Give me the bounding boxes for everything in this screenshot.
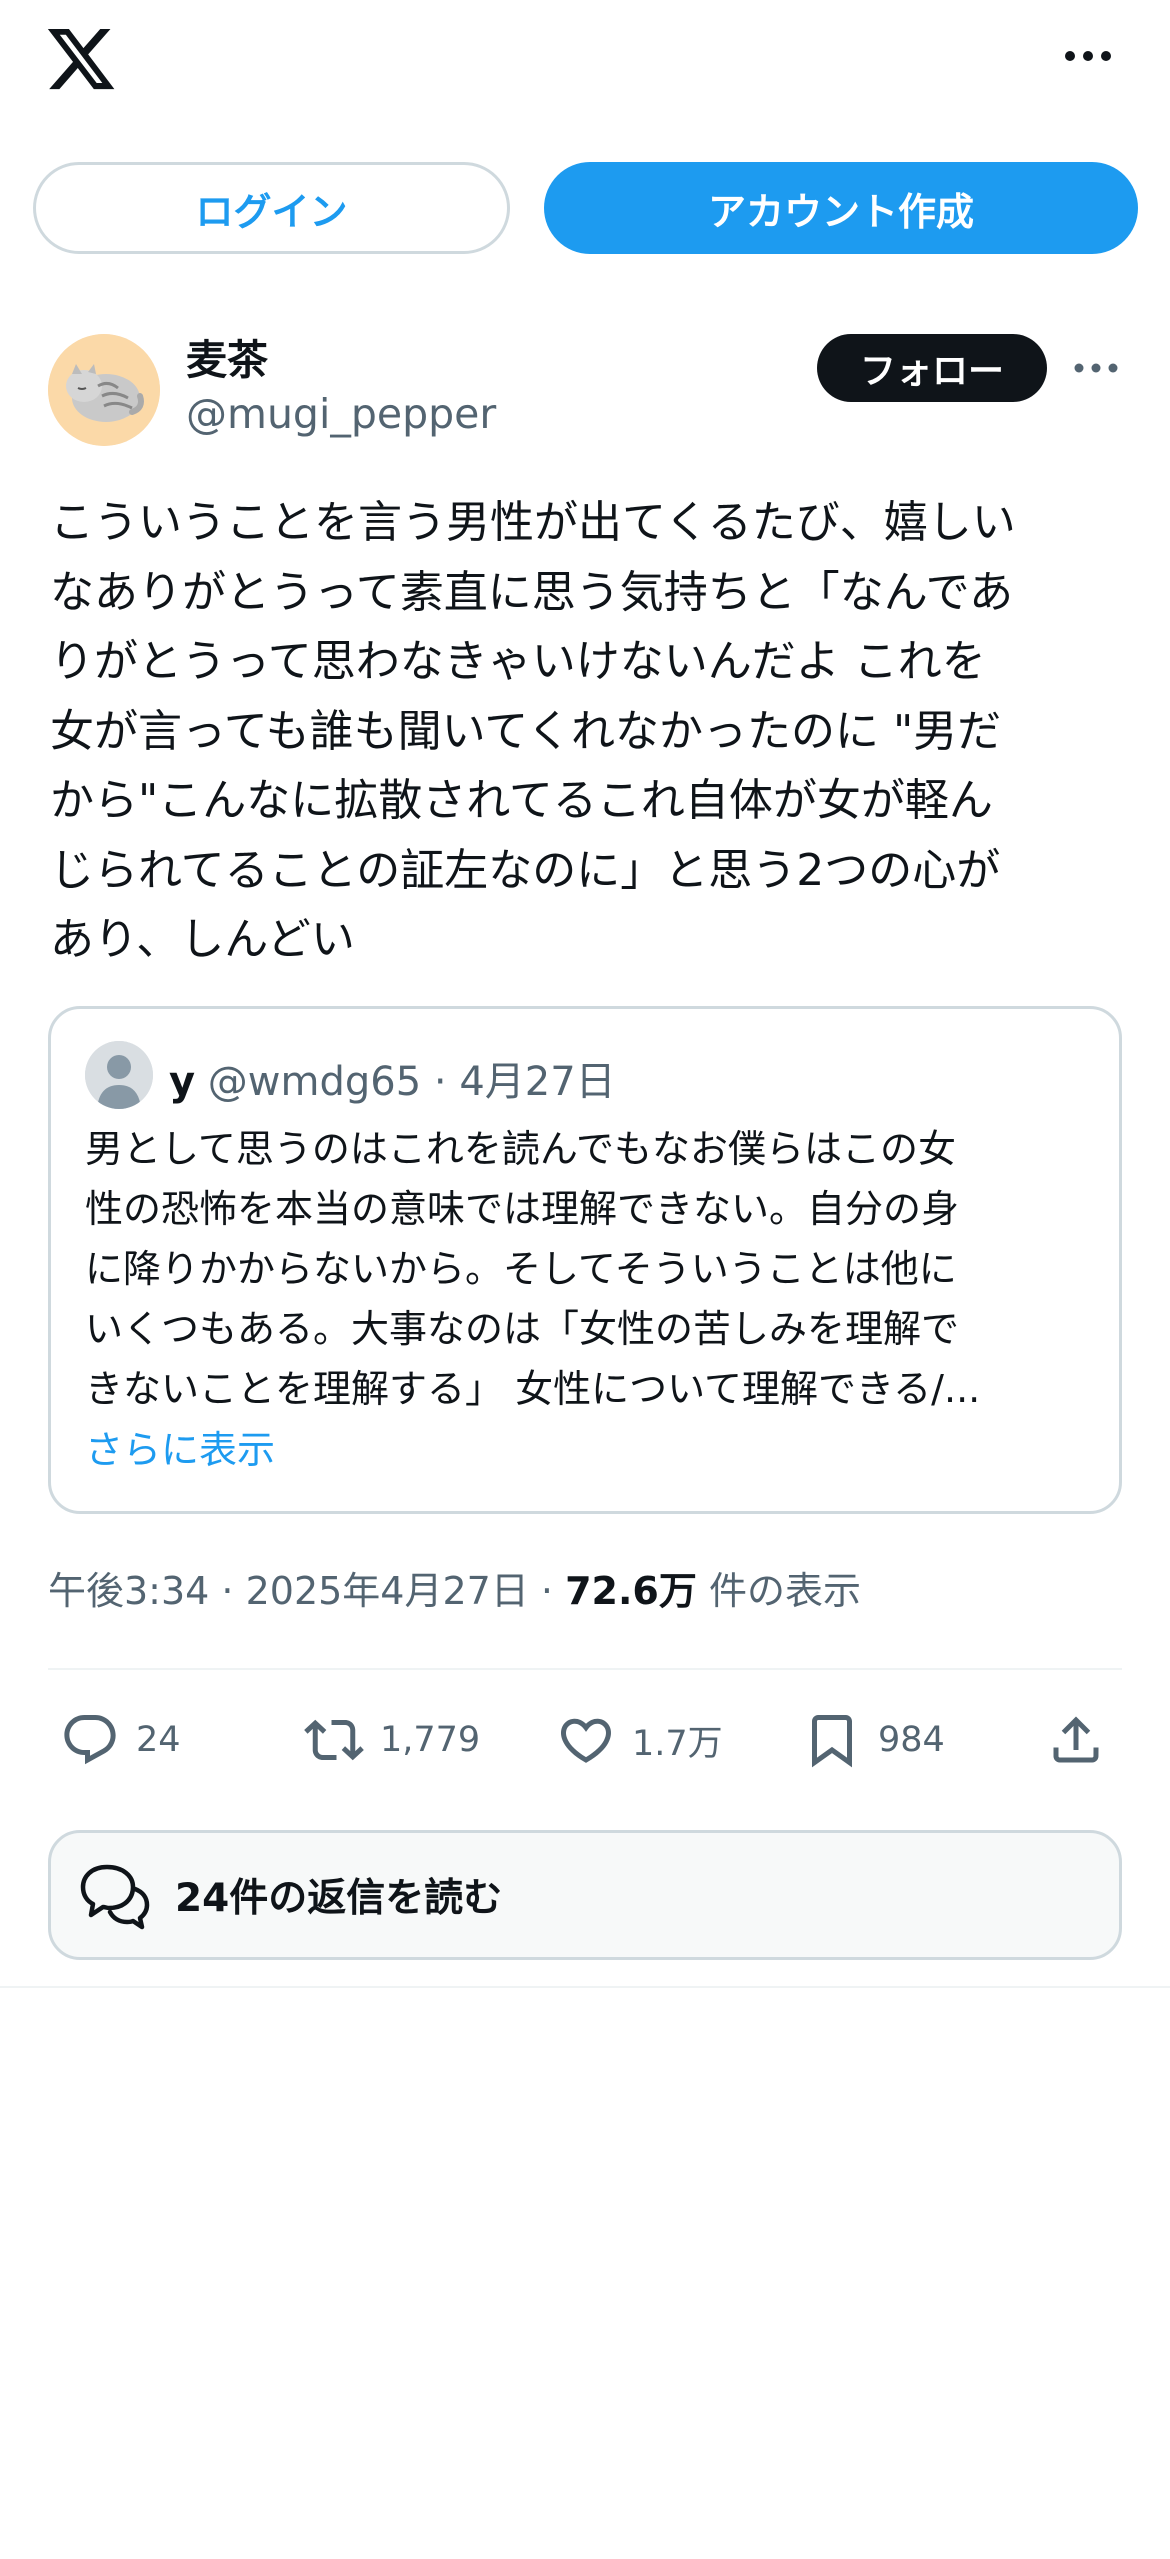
login-button[interactable]: ログイン: [33, 162, 510, 254]
author-name[interactable]: 麦茶: [186, 326, 268, 386]
tweet-date[interactable]: 2025年4月27日: [246, 1569, 529, 1613]
heart-icon: [560, 1718, 612, 1763]
quoted-text: 男として思うのはこれを読んでもなお僕らはこの女 性の恐怖を本当の意味では理解でき…: [85, 1127, 981, 1411]
bookmark-icon: [812, 1715, 852, 1768]
like-count: 1.7万: [632, 1723, 723, 1764]
share-button[interactable]: [1046, 1700, 1122, 1780]
chat-bubbles-icon: [80, 1864, 150, 1930]
like-button[interactable]: 1.7万: [556, 1700, 723, 1780]
cat-avatar-icon: [48, 334, 160, 446]
more-horizontal-icon[interactable]: [1070, 350, 1122, 386]
reply-button[interactable]: 24: [60, 1700, 181, 1780]
tweet-text: こういうことを言う男性が出てくるたび、嬉しい なありがとうって素直に思う気持ちと…: [50, 497, 1016, 965]
reply-icon: [64, 1715, 116, 1765]
tweet-timestamp: 午後3:34 · 2025年4月27日 · 72.6万 件の表示: [48, 1569, 861, 1613]
retweet-count: 1,779: [380, 1720, 481, 1760]
quoted-date: 4月27日: [459, 1059, 616, 1105]
create-account-button[interactable]: アカウント作成: [544, 162, 1138, 254]
quoted-tweet[interactable]: y @wmdg65 · 4月27日 男として思うのはこれを読んでもなお僕らはこの…: [48, 1006, 1122, 1514]
action-bar: 24 1,779 1.7万 984: [0, 1700, 1170, 1780]
quoted-name[interactable]: y: [169, 1059, 195, 1105]
quoted-avatar[interactable]: [85, 1041, 153, 1109]
follow-button[interactable]: フォロー: [817, 334, 1047, 402]
tweet-author: 麦茶 @mugi_pepper フォロー: [0, 320, 1170, 460]
retweet-button[interactable]: 1,779: [304, 1700, 480, 1780]
divider: [48, 1668, 1122, 1670]
retweet-icon: [304, 1719, 364, 1761]
read-replies-label: 24件の返信を読む: [175, 1876, 503, 1921]
bookmark-button[interactable]: 984: [802, 1700, 945, 1780]
divider: [0, 1986, 1170, 1988]
show-more-link[interactable]: さらに表示: [85, 1419, 275, 1474]
reply-count: 24: [136, 1720, 181, 1760]
author-handle[interactable]: @mugi_pepper: [186, 390, 496, 438]
read-replies-button[interactable]: 24件の返信を読む: [48, 1830, 1122, 1960]
view-count: 72.6万: [565, 1569, 697, 1613]
more-horizontal-icon[interactable]: [1058, 36, 1118, 76]
quoted-handle: @wmdg65 · 4月27日: [207, 1059, 616, 1105]
tweet-time[interactable]: 午後3:34: [48, 1569, 209, 1613]
avatar[interactable]: [48, 334, 160, 446]
x-logo-icon[interactable]: [44, 22, 118, 96]
auth-buttons: ログイン アカウント作成: [0, 162, 1170, 256]
top-bar: [0, 0, 1170, 120]
quoted-header: y @wmdg65 · 4月27日: [169, 1049, 616, 1107]
bookmark-count: 984: [878, 1720, 945, 1760]
share-icon: [1053, 1716, 1099, 1763]
view-count-label: 件の表示: [696, 1569, 861, 1613]
default-avatar-icon: [85, 1041, 153, 1109]
